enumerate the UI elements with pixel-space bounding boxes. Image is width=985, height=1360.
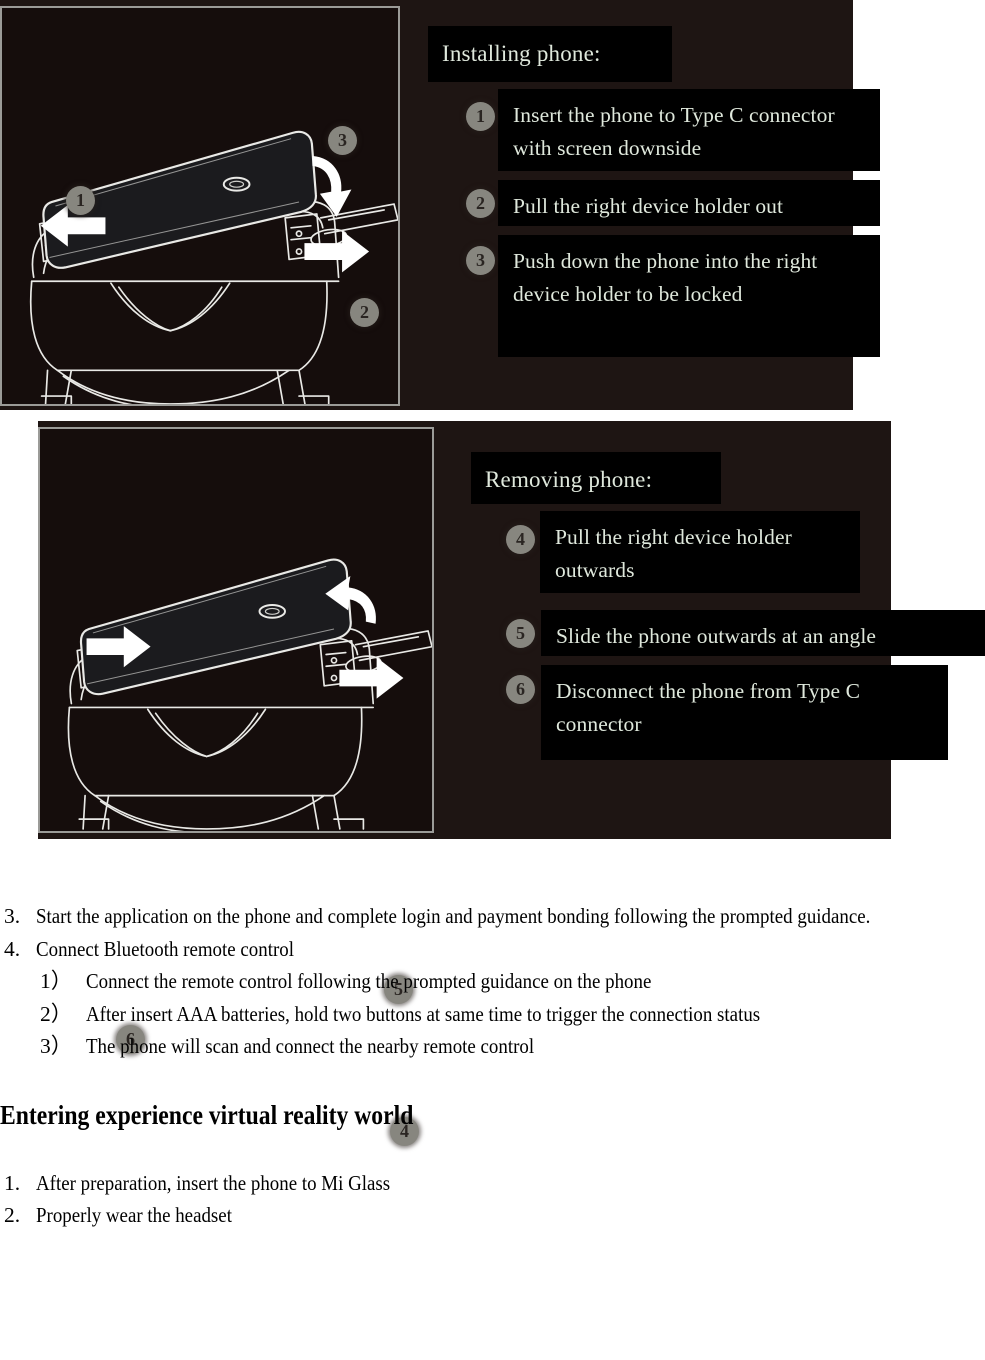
- install-illustration-frame: 1 2 3: [0, 6, 400, 406]
- remove-step-6-number: 6: [516, 679, 525, 699]
- heading-spacer: [0, 1133, 985, 1167]
- illustration-badge-2: 2: [350, 298, 379, 327]
- vr-headset-remove-illustration: [40, 429, 432, 831]
- remove-step-4-callout: Pull the right device holder outwards: [540, 511, 860, 593]
- install-step-3-badge: 3: [466, 246, 495, 275]
- list-item-number: 4.: [4, 936, 21, 961]
- page-title: Entering experience virtual reality worl…: [0, 1098, 414, 1130]
- install-step-1-number: 1: [476, 106, 485, 126]
- list-item-text: After preparation, insert the phone to M…: [36, 1170, 391, 1195]
- illustration-badge-1: 1: [66, 186, 95, 215]
- install-step-1-text: Insert the phone to Type C connector wit…: [513, 103, 835, 160]
- install-divider-1: [860, 175, 985, 179]
- install-step-2-callout: Pull the right device holder out: [498, 180, 880, 226]
- list-item-number: 2）: [40, 1001, 73, 1026]
- removing-phone-title-callout: Removing phone:: [471, 452, 721, 504]
- removing-phone-title: Removing phone:: [485, 467, 653, 492]
- install-step-3-number: 3: [476, 250, 485, 270]
- remove-step-5-text: Slide the phone outwards at an angle: [556, 624, 877, 648]
- list-item-text: Start the application on the phone and c…: [36, 904, 871, 928]
- list-item: 1. After preparation, insert the phone t…: [0, 1167, 985, 1200]
- remove-step-6-text: Disconnect the phone from Type C connect…: [556, 679, 861, 736]
- list-item: 2. Properly wear the headset: [0, 1199, 985, 1232]
- list-item-text: Properly wear the headset: [36, 1203, 232, 1227]
- experience-list: 1. After preparation, insert the phone t…: [0, 1167, 985, 1232]
- preparation-list: 3. Start the application on the phone an…: [0, 900, 985, 1063]
- list-item-text: Connect the remote control following the…: [86, 969, 652, 993]
- document-text-area: 3. Start the application on the phone an…: [0, 900, 985, 1232]
- install-step-2-number: 2: [476, 193, 485, 213]
- install-divider-2: [860, 226, 985, 234]
- install-step-3-callout: Push down the phone into the right devic…: [498, 235, 880, 357]
- list-item: 3） The phone will scan and connect the n…: [0, 1030, 985, 1063]
- install-step-1-callout: Insert the phone to Type C connector wit…: [498, 89, 880, 171]
- remove-step-5-callout: Slide the phone outwards at an angle: [541, 610, 985, 656]
- remove-step-5-badge: 5: [506, 619, 535, 648]
- illustration-badge-3: 3: [328, 126, 357, 155]
- installing-phone-title-callout: Installing phone:: [428, 26, 672, 82]
- remove-step-6-callout: Disconnect the phone from Type C connect…: [541, 665, 948, 760]
- install-step-2-text: Pull the right device holder out: [513, 194, 784, 218]
- list-item: 1） Connect the remote control following …: [0, 965, 985, 998]
- remove-step-6-badge: 6: [506, 675, 535, 704]
- list-item: 2） After insert AAA batteries, hold two …: [0, 998, 985, 1031]
- remove-step-4-badge: 4: [506, 525, 535, 554]
- remove-step-4-number: 4: [516, 529, 525, 549]
- install-step-1-badge: 1: [466, 102, 495, 131]
- installing-phone-title: Installing phone:: [442, 41, 601, 66]
- remove-illustration-frame: 6 5 4: [38, 427, 434, 1146]
- list-item-number: 1.: [4, 1170, 21, 1195]
- list-item-text: After insert AAA batteries, hold two but…: [86, 1001, 761, 1026]
- list-item-number: 3）: [40, 1034, 73, 1058]
- list-item-number: 1）: [40, 969, 73, 993]
- install-step-3-text: Push down the phone into the right devic…: [513, 249, 818, 306]
- list-item-number: 2.: [4, 1203, 21, 1227]
- install-step-2-badge: 2: [466, 189, 495, 218]
- list-item-text: Connect Bluetooth remote control: [36, 936, 294, 961]
- vr-headset-install-illustration: [2, 8, 398, 404]
- list-item: 4. Connect Bluetooth remote control: [0, 933, 985, 966]
- list-item: 3. Start the application on the phone an…: [0, 900, 985, 933]
- remove-step-5-number: 5: [516, 623, 525, 643]
- list-item-text: The phone will scan and connect the near…: [86, 1034, 535, 1058]
- list-item-number: 3.: [4, 904, 21, 928]
- remove-step-4-text: Pull the right device holder outwards: [555, 525, 792, 582]
